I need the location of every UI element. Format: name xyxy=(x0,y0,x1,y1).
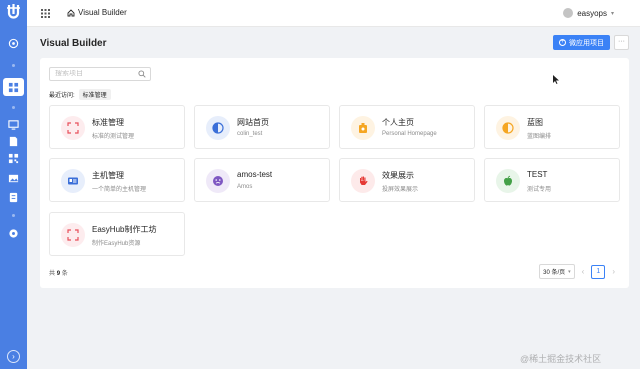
project-card[interactable]: 网站首页 colin_test xyxy=(194,105,330,149)
project-name: TEST xyxy=(527,170,548,179)
plugin-icon[interactable] xyxy=(6,226,21,241)
sidebar-separator xyxy=(12,64,15,67)
project-desc: 一个简单的主机管理 xyxy=(92,187,147,193)
project-desc: 标准的测试管理 xyxy=(92,134,135,140)
next-page-icon[interactable]: › xyxy=(612,267,615,276)
project-desc: colin_test xyxy=(237,131,263,137)
project-card[interactable]: 个人主页 Personal Homepage xyxy=(339,105,475,149)
recent-tag[interactable]: 标准管理 xyxy=(78,89,111,100)
project-card[interactable]: 主机管理 一个简单的主机管理 xyxy=(49,158,185,202)
project-card[interactable]: EasyHub制作工坊 制作EasyHub资源 xyxy=(49,212,185,256)
user-menu[interactable]: easyops ▾ xyxy=(563,8,614,18)
search-icon[interactable] xyxy=(138,70,146,78)
project-desc: 蓝图编排 xyxy=(527,134,552,140)
total-number: 9 xyxy=(56,271,61,277)
apple-icon xyxy=(496,169,520,193)
home-icon xyxy=(67,8,75,16)
expand-sidebar-icon[interactable]: › xyxy=(7,350,20,363)
chevron-down-icon: ▾ xyxy=(610,10,614,17)
document-icon[interactable] xyxy=(6,134,21,149)
recent-visits: 最近访问: 标准管理 xyxy=(49,89,111,100)
project-desc: 测试专用 xyxy=(527,187,552,193)
page-number[interactable]: 1 xyxy=(591,264,606,279)
project-card[interactable]: 蓝图 蓝图编排 xyxy=(484,105,620,149)
create-button-label: 微应用项目 xyxy=(569,39,604,47)
project-desc: Amos xyxy=(237,184,253,190)
breadcrumb[interactable]: Visual Builder xyxy=(67,8,127,17)
project-panel: 最近访问: 标准管理 标准管理 标准的测试管理 网站首页 colin_test … xyxy=(40,58,629,288)
project-card[interactable]: amos-test Amos xyxy=(194,158,330,202)
monitor-icon[interactable] xyxy=(6,117,21,132)
project-card[interactable]: TEST 测试专用 xyxy=(484,158,620,202)
app-logo-icon[interactable] xyxy=(4,3,23,22)
project-card[interactable]: 标准管理 标准的测试管理 xyxy=(49,105,185,149)
recent-label: 最近访问: xyxy=(49,93,75,99)
half-circle-icon xyxy=(496,116,520,140)
breadcrumb-label: Visual Builder xyxy=(78,8,127,17)
project-name: 蓝图 xyxy=(527,118,543,127)
project-desc: 制作EasyHub资源 xyxy=(92,241,141,247)
total-prefix: 共 xyxy=(49,271,56,277)
frame-icon xyxy=(61,116,85,140)
username: easyops xyxy=(577,8,607,18)
sidebar-separator xyxy=(12,106,15,109)
project-card[interactable]: 效果展示 投屏效果展示 xyxy=(339,158,475,202)
half-circle-icon xyxy=(206,116,230,140)
project-desc: Personal Homepage xyxy=(382,131,437,137)
page-title: Visual Builder xyxy=(40,38,107,49)
search-input[interactable] xyxy=(55,70,137,77)
project-name: 个人主页 xyxy=(382,118,414,127)
hand-icon xyxy=(351,169,375,193)
page-size-value: 30 条/页 xyxy=(543,270,566,276)
badge-icon xyxy=(351,116,375,140)
more-button[interactable]: ··· xyxy=(614,35,629,50)
project-desc: 投屏效果展示 xyxy=(382,187,419,193)
image-icon[interactable] xyxy=(6,171,21,186)
project-name: 主机管理 xyxy=(92,171,124,180)
watermark: @稀土掘金技术社区 xyxy=(520,354,602,364)
pagination: 30 条/页 ▾ ‹ 1 › xyxy=(539,264,615,279)
total-suffix: 条 xyxy=(61,271,68,277)
project-name: 效果展示 xyxy=(382,171,414,180)
search-box[interactable] xyxy=(49,67,151,81)
prev-page-icon[interactable]: ‹ xyxy=(582,267,585,276)
avatar xyxy=(563,8,574,18)
project-name: 标准管理 xyxy=(92,118,124,127)
frame-icon xyxy=(61,223,85,247)
sidebar: › xyxy=(0,0,27,369)
project-name: amos-test xyxy=(237,170,273,179)
create-micro-app-button[interactable]: + 微应用项目 xyxy=(553,35,610,50)
qrcode-icon[interactable] xyxy=(6,151,21,166)
face-icon xyxy=(206,169,230,193)
plus-icon: + xyxy=(559,39,566,46)
total-count: 共 9 条 xyxy=(49,268,68,277)
page-size-select[interactable]: 30 条/页 ▾ xyxy=(539,264,575,279)
project-name: EasyHub制作工坊 xyxy=(92,225,157,234)
sidebar-separator xyxy=(12,214,15,217)
id-card-icon xyxy=(61,169,85,193)
mouse-cursor-icon xyxy=(553,75,559,84)
chevron-down-icon: ▾ xyxy=(568,268,571,275)
app-switcher-icon[interactable] xyxy=(41,9,50,18)
top-bar: Visual Builder easyops ▾ xyxy=(27,0,640,27)
apps-grid-icon[interactable] xyxy=(6,80,21,95)
storage-icon[interactable] xyxy=(6,190,21,205)
project-name: 网站首页 xyxy=(237,118,269,127)
dashboard-icon[interactable] xyxy=(6,36,21,51)
